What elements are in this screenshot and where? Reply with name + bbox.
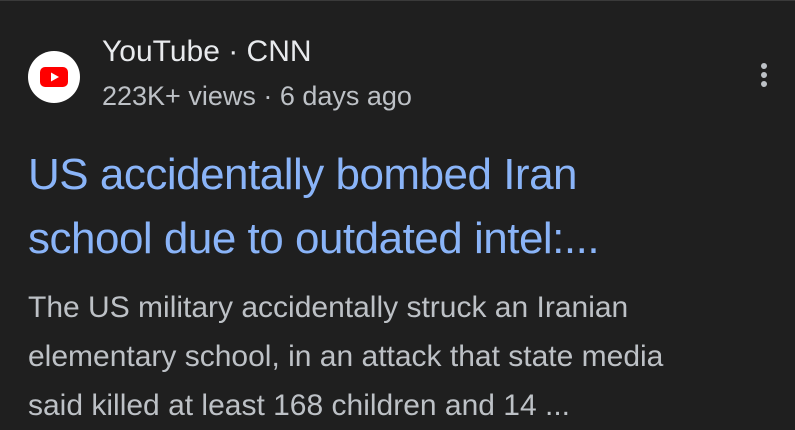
title-line-1: US accidentally bombed Iran (28, 150, 578, 199)
source-favicon[interactable] (28, 51, 80, 103)
title-line-2: school due to outdated intel:... (28, 214, 600, 263)
youtube-logo-icon (40, 67, 68, 87)
result-title-link[interactable]: US accidentally bombed Iran school due t… (28, 143, 768, 271)
search-result-card: YouTube · CNN 223K+ views · 6 days ago U… (0, 0, 795, 423)
more-vert-icon (761, 63, 767, 87)
more-options-button[interactable] (748, 55, 780, 95)
result-snippet: The US military accidentally struck an I… (28, 283, 778, 430)
result-meta: 223K+ views · 6 days ago (102, 81, 412, 111)
source-name[interactable]: YouTube · CNN (102, 35, 312, 69)
snippet-line-1: The US military accidentally struck an I… (28, 291, 629, 324)
result-header[interactable]: YouTube · CNN 223K+ views · 6 days ago (28, 31, 768, 121)
snippet-line-2: elementary school, in an attack that sta… (28, 340, 664, 373)
snippet-line-3: said killed at least 168 children and 14… (28, 389, 571, 422)
